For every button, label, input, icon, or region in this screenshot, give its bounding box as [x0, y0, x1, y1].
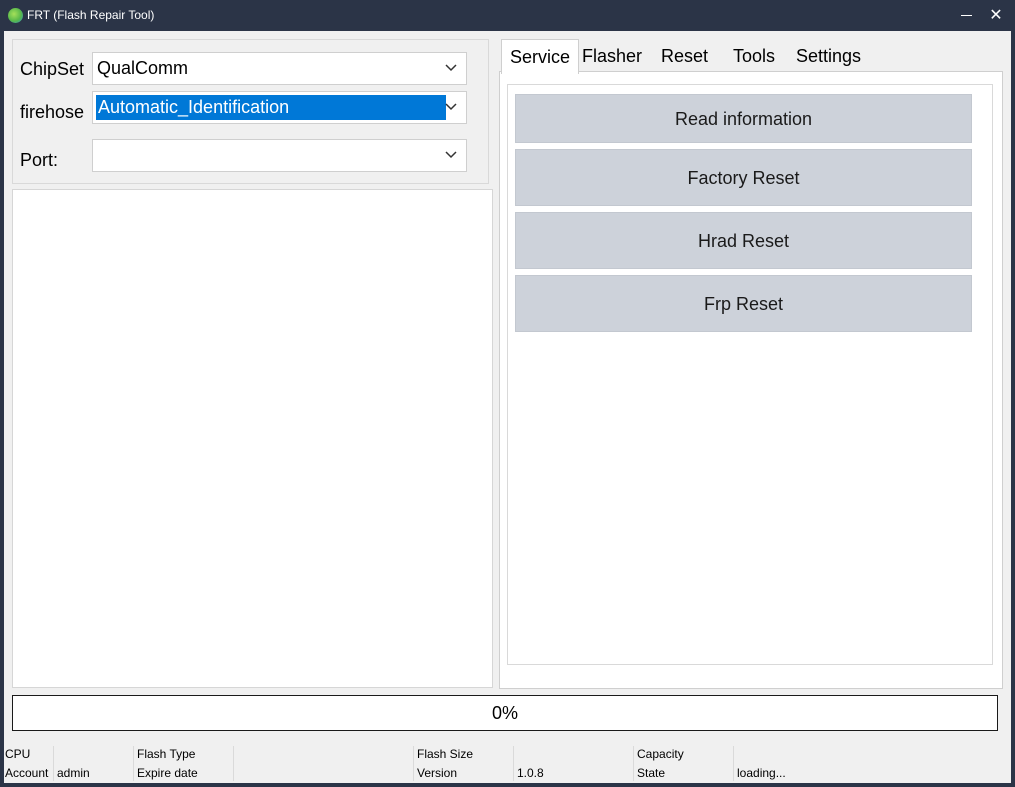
- account-label: Account: [5, 766, 49, 780]
- version-value: 1.0.8: [517, 766, 544, 780]
- chevron-down-icon[interactable]: [444, 148, 458, 162]
- minimize-icon: [960, 15, 972, 17]
- port-select[interactable]: [92, 139, 467, 172]
- minimize-button[interactable]: [951, 0, 981, 31]
- tab-reset[interactable]: Reset: [653, 39, 716, 73]
- firehose-label: firehose: [20, 102, 85, 122]
- firehose-select[interactable]: Automatic_Identification: [92, 91, 467, 124]
- status-divider: [733, 746, 734, 781]
- status-divider: [53, 746, 54, 781]
- tab-settings[interactable]: Settings: [788, 39, 869, 73]
- close-icon: ✕: [989, 7, 1003, 24]
- chevron-down-icon[interactable]: [444, 61, 458, 75]
- status-divider: [633, 746, 634, 781]
- status-divider: [233, 746, 234, 781]
- read-information-button[interactable]: Read information: [515, 94, 972, 143]
- tab-service[interactable]: Service: [501, 39, 580, 74]
- flash-type-label: Flash Type: [137, 747, 196, 761]
- chevron-down-icon[interactable]: [444, 100, 458, 114]
- hard-reset-button[interactable]: Hrad Reset: [515, 212, 972, 269]
- app-logo-icon: [8, 8, 23, 23]
- version-label: Version: [417, 766, 458, 780]
- status-divider: [133, 746, 134, 781]
- expire-date-label: Expire date: [137, 766, 198, 780]
- frp-reset-button[interactable]: Frp Reset: [515, 275, 972, 332]
- progress-bar: 0%: [12, 695, 998, 731]
- flash-size-label: Flash Size: [417, 747, 474, 761]
- capacity-label: Capacity: [637, 747, 684, 761]
- tab-flasher[interactable]: Flasher: [574, 39, 650, 73]
- chipset-select[interactable]: QualComm: [92, 52, 467, 85]
- state-label: State: [637, 766, 666, 780]
- firehose-value: Automatic_Identification: [96, 95, 446, 120]
- account-value: admin: [57, 766, 90, 780]
- window-title: FRT (Flash Repair Tool): [27, 8, 155, 22]
- chipset-label: ChipSet: [20, 59, 85, 79]
- progress-text: 0%: [491, 703, 518, 723]
- tab-control: Service Flasher Reset Tools Settings Rea…: [499, 39, 1003, 689]
- tab-tools[interactable]: Tools: [725, 39, 783, 73]
- status-bar: CPU Flash Type Flash Size Capacity Accou…: [4, 744, 1011, 783]
- chipset-value: QualComm: [97, 58, 189, 78]
- config-panel: ChipSet QualComm firehose Automatic_Iden…: [12, 39, 489, 184]
- service-actions-panel: Read information Factory Reset Hrad Rese…: [507, 84, 993, 665]
- close-button[interactable]: ✕: [981, 0, 1011, 31]
- log-output[interactable]: [12, 189, 493, 688]
- port-label: Port:: [20, 150, 59, 170]
- client-area: ChipSet QualComm firehose Automatic_Iden…: [4, 31, 1011, 783]
- status-divider: [413, 746, 414, 781]
- state-value: loading...: [737, 766, 786, 780]
- factory-reset-button[interactable]: Factory Reset: [515, 149, 972, 206]
- title-bar: FRT (Flash Repair Tool) ✕: [0, 0, 1015, 31]
- cpu-label: CPU: [5, 747, 31, 761]
- status-divider: [513, 746, 514, 781]
- service-tab-page: Read information Factory Reset Hrad Rese…: [499, 71, 1003, 689]
